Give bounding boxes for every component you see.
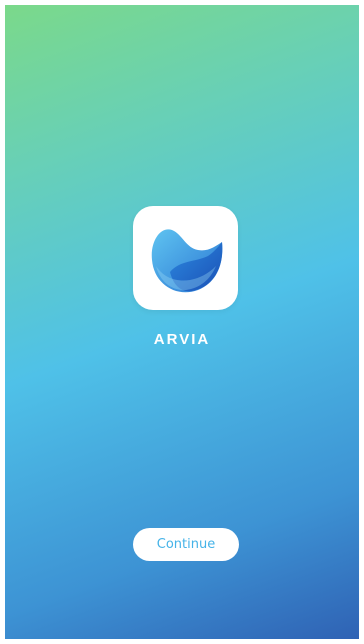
splash-screen: ARVIA Continue — [5, 5, 359, 639]
continue-button[interactable]: Continue — [133, 528, 239, 561]
app-logo-tile — [133, 206, 238, 310]
arvia-wave-logo-icon — [151, 229, 223, 293]
app-name: ARVIA — [153, 331, 211, 348]
